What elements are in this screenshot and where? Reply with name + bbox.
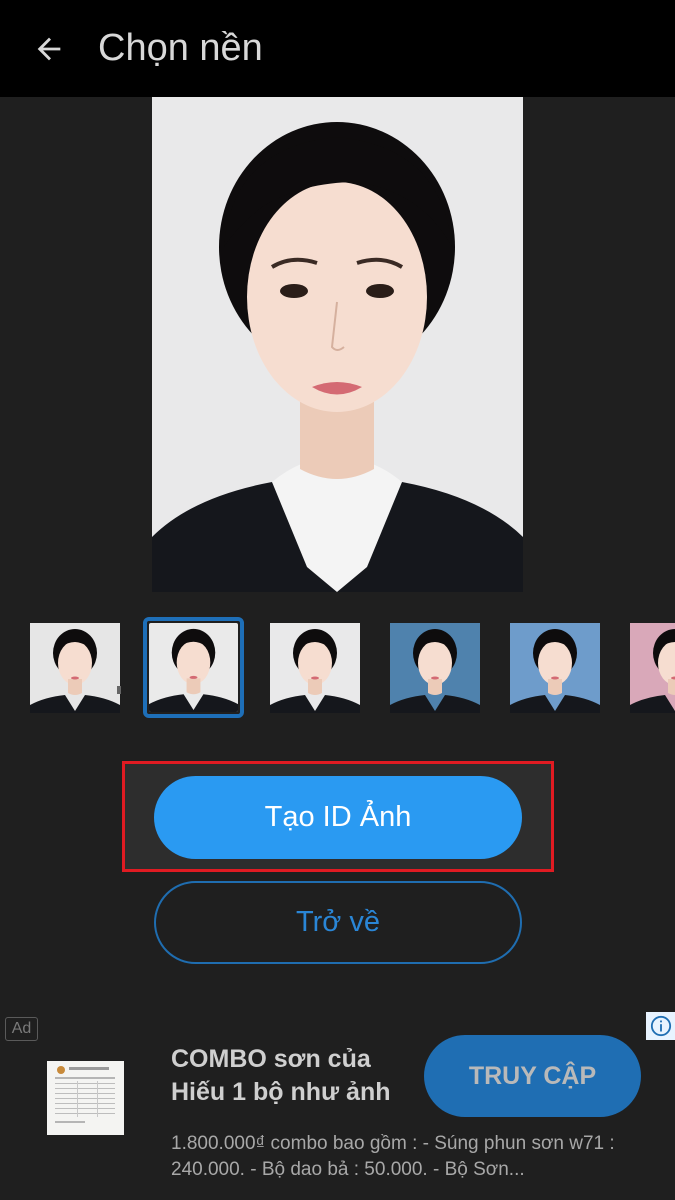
- back-button[interactable]: [24, 24, 74, 74]
- ad-description: 1.800.000₫ combo bao gồm : - Súng phun s…: [171, 1133, 615, 1180]
- thumbnail-image: [149, 623, 238, 712]
- background-option-5[interactable]: [510, 623, 600, 713]
- background-options: [0, 614, 675, 720]
- background-option-6[interactable]: [630, 623, 675, 713]
- background-option-3[interactable]: [270, 623, 360, 713]
- thumbnail-image: [510, 623, 600, 713]
- ad-title[interactable]: COMBO sơn của Hiếu 1 bộ như ảnh: [171, 1043, 431, 1109]
- scroll-indicator: [117, 686, 121, 694]
- page-title: Chọn nền: [98, 27, 263, 69]
- info-icon: [650, 1015, 671, 1037]
- ad-info-button[interactable]: [646, 1012, 675, 1040]
- back-text-button[interactable]: Trở về: [154, 881, 522, 964]
- thumbnail-image: [390, 623, 480, 713]
- portrait-image: [152, 97, 523, 592]
- ad-cta-button[interactable]: TRUY CẬP: [424, 1035, 641, 1117]
- thumbnail-image: [30, 623, 120, 713]
- thumbnail-image: [270, 623, 360, 713]
- ad-badge: Ad: [5, 1017, 38, 1041]
- background-option-1[interactable]: [30, 623, 120, 713]
- arrow-left-icon: [37, 37, 61, 60]
- thumbnail-image: [630, 623, 675, 713]
- ad-image[interactable]: [47, 1061, 124, 1135]
- background-option-4[interactable]: [390, 623, 480, 713]
- create-id-photo-button[interactable]: Tạo ID Ảnh: [154, 776, 522, 859]
- photo-preview: [152, 97, 523, 592]
- app-bar: Chọn nền: [0, 0, 675, 97]
- document-icon: [47, 1061, 124, 1135]
- background-option-2-selected[interactable]: [143, 617, 244, 718]
